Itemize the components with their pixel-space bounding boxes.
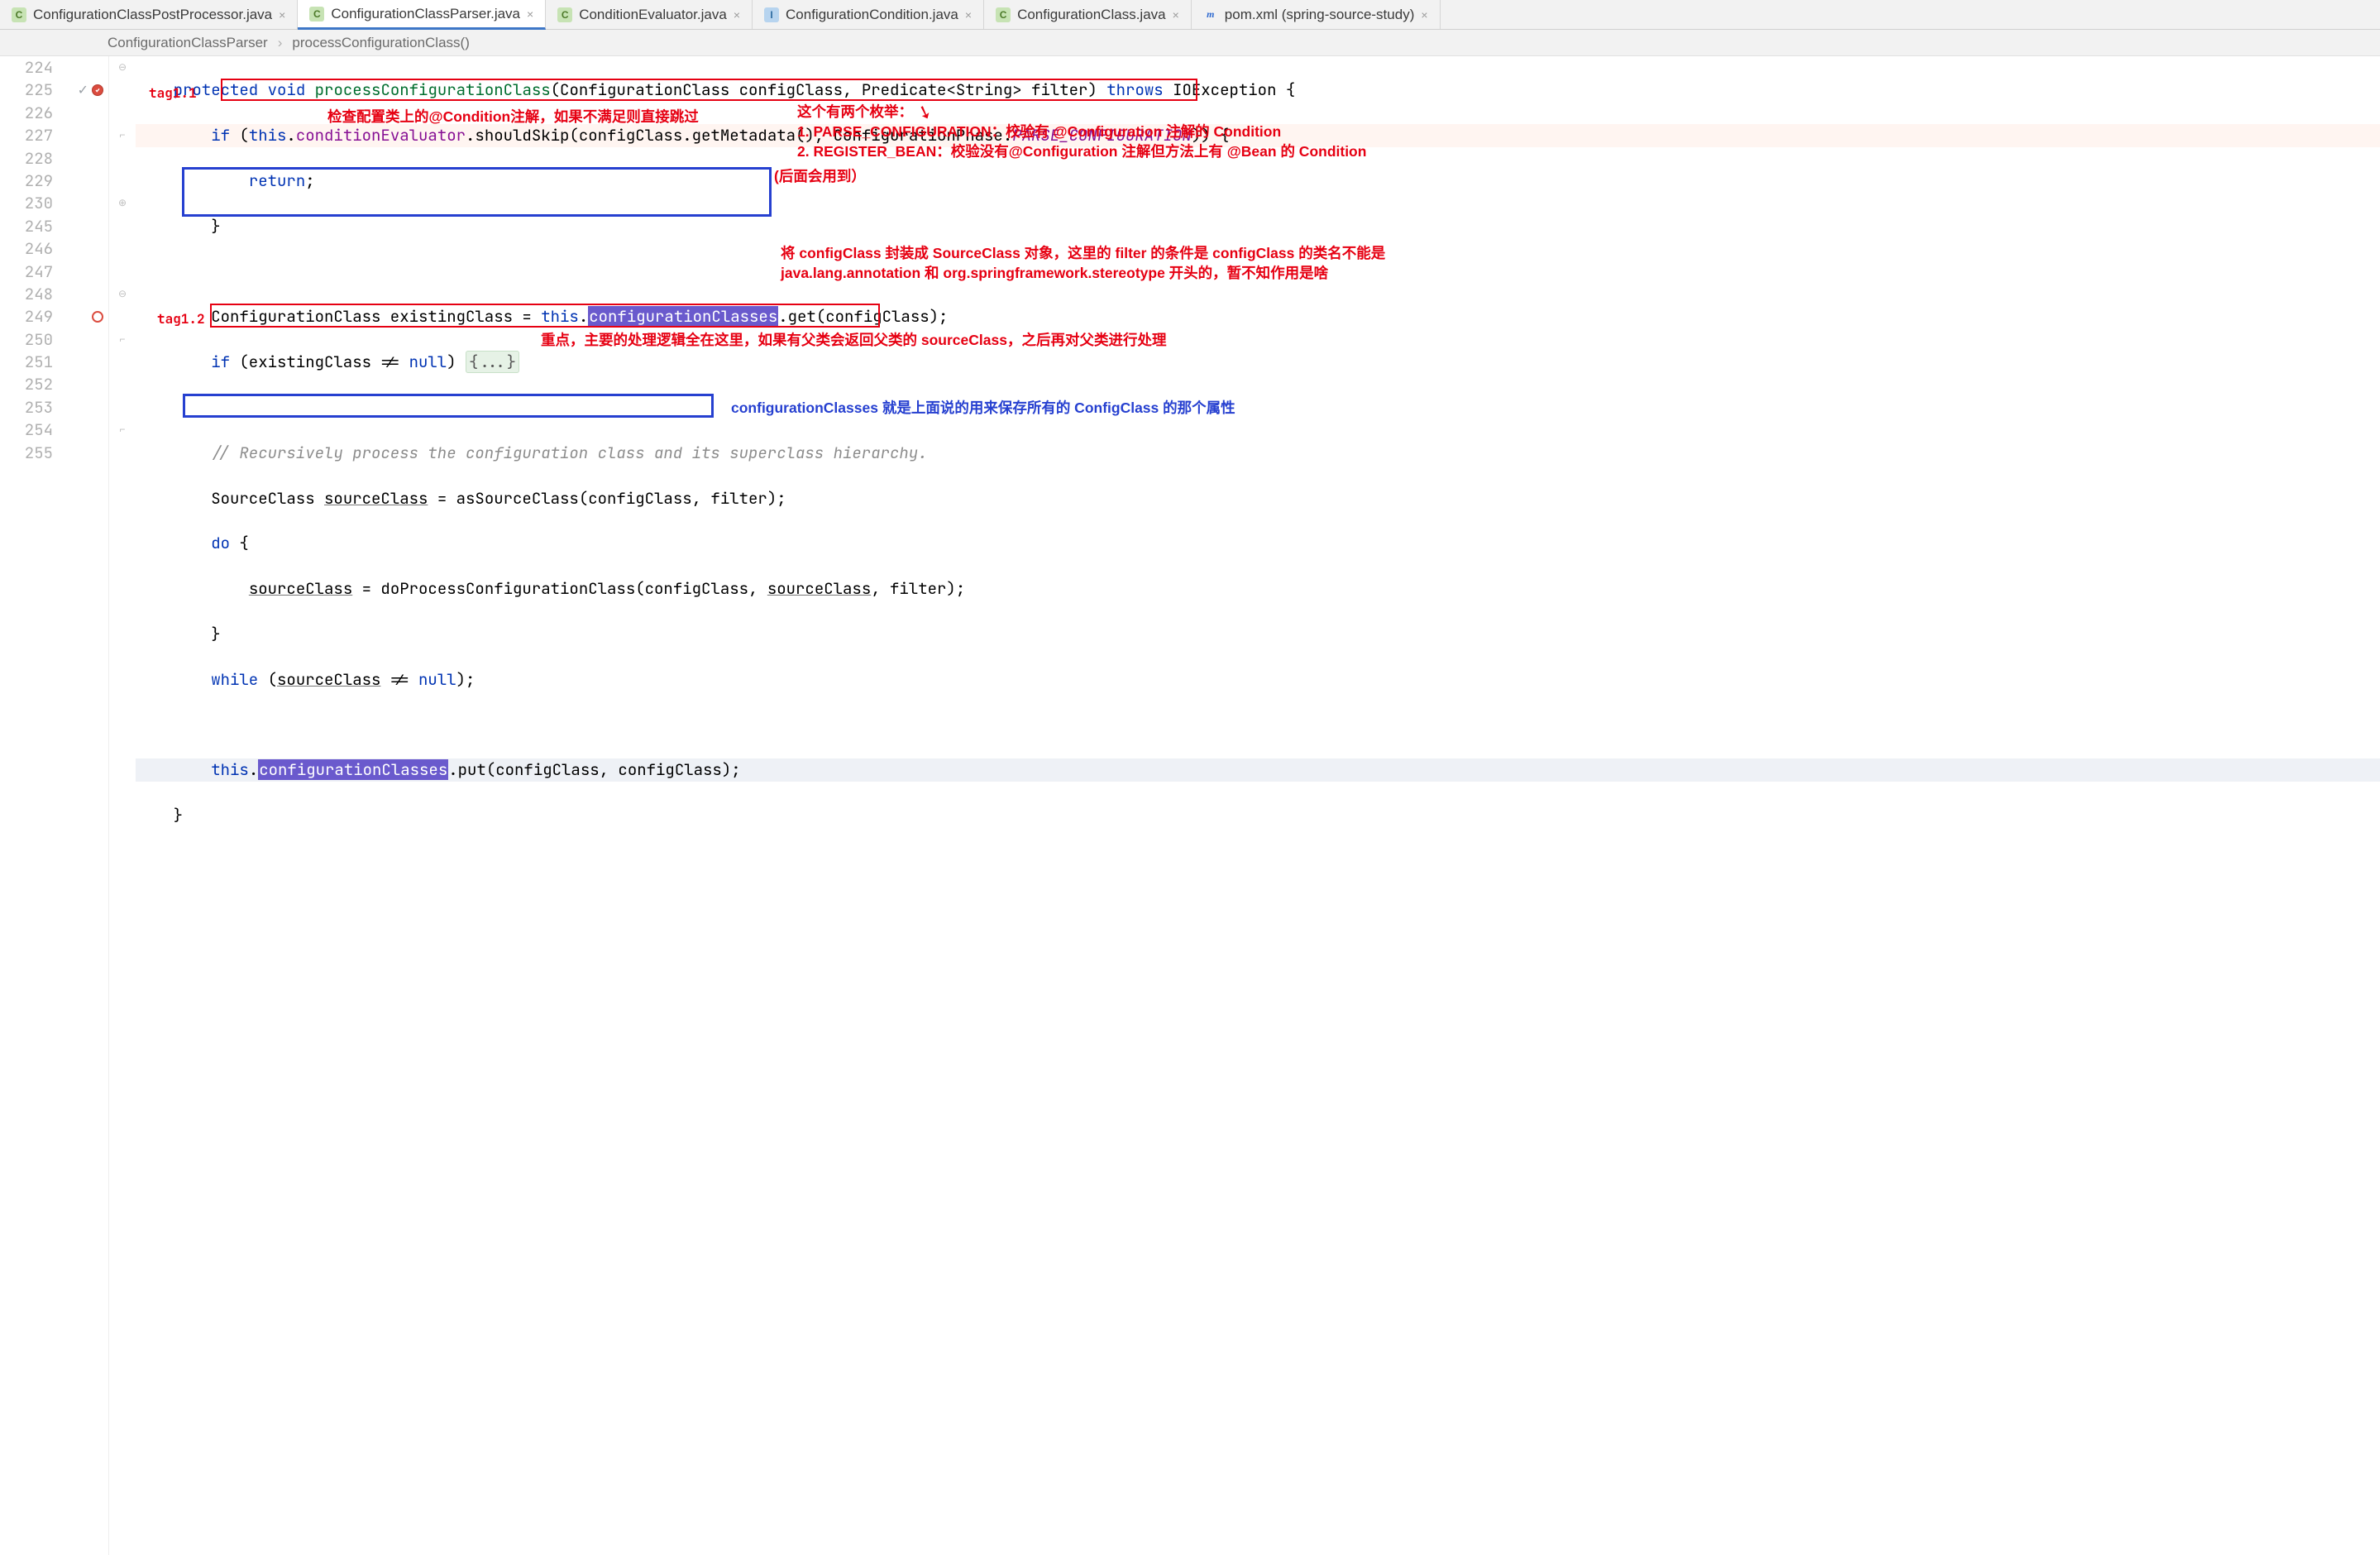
tab-configuration-condition[interactable]: I ConfigurationCondition.java × [753,0,984,29]
code-line[interactable]: if (existingClass != null) {...} [136,351,2380,373]
fold-end-icon[interactable]: ⌐ [109,328,136,351]
code-line[interactable] [136,396,2380,419]
line-number: 254 [0,419,53,441]
close-icon[interactable]: × [279,9,285,21]
close-icon[interactable]: × [527,8,533,20]
code-line[interactable]: SourceClass sourceClass = asSourceClass(… [136,487,2380,510]
chevron-right-icon: › [278,35,283,51]
tab-label: pom.xml (spring-source-study) [1225,7,1415,23]
tab-config-post-processor[interactable]: C ConfigurationClassPostProcessor.java × [0,0,298,29]
code-line[interactable]: sourceClass = doProcessConfigurationClas… [136,577,2380,600]
java-class-icon: C [557,7,572,22]
fold-end-icon[interactable]: ⌐ [109,419,136,441]
bookmark-check-icon[interactable]: ✓ [78,79,88,101]
tab-label: ConditionEvaluator.java [579,7,727,23]
tab-label: ConfigurationCondition.java [786,7,958,23]
tab-condition-evaluator[interactable]: C ConditionEvaluator.java × [546,0,753,29]
tab-configuration-class[interactable]: C ConfigurationClass.java × [984,0,1192,29]
breadcrumb-method[interactable]: processConfigurationClass() [292,35,469,51]
code-line[interactable]: while (sourceClass != null); [136,668,2380,691]
fold-end-icon[interactable]: ⌐ [109,124,136,146]
line-number: 247 [0,261,53,283]
java-class-icon: C [12,7,26,22]
code-area[interactable]: protected void processConfigurationClass… [136,56,2380,1555]
line-number: 224 [0,56,53,79]
line-number: 230 [0,192,53,214]
breakpoint-icon[interactable] [92,84,103,96]
code-line[interactable]: } [136,623,2380,645]
close-icon[interactable]: × [1421,9,1427,21]
line-number: 225 [0,79,53,101]
code-line[interactable]: protected void processConfigurationClass… [136,79,2380,101]
close-icon[interactable]: × [965,9,972,21]
java-interface-icon: I [764,7,779,22]
line-number: 227 [0,124,53,146]
line-number: 248 [0,283,53,305]
code-line[interactable]: ConfigurationClass existingClass = this.… [136,305,2380,328]
line-number: 252 [0,373,53,395]
editor-tabs: C ConfigurationClassPostProcessor.java ×… [0,0,2380,30]
code-line[interactable]: this.configurationClasses.put(configClas… [136,758,2380,781]
line-number: 251 [0,351,53,373]
breadcrumb-class[interactable]: ConfigurationClassParser [108,35,268,51]
line-number: 249 [0,305,53,328]
java-class-icon: C [996,7,1011,22]
line-number: 246 [0,237,53,260]
code-line[interactable]: } [136,215,2380,237]
code-line[interactable]: do { [136,532,2380,554]
code-line[interactable]: // Recursively process the configuration… [136,442,2380,464]
tab-config-class-parser[interactable]: C ConfigurationClassParser.java × [298,0,546,30]
line-number-gutter: 224 225 226 227 228 229 230 245 246 247 … [0,56,65,1555]
code-editor[interactable]: 224 225 226 227 228 229 230 245 246 247 … [0,56,2380,1555]
line-number: 255 [0,442,53,464]
annotation-text: 重点，主要的处理逻辑全在这里，如果有父类会返回父类的 sourceClass，之… [541,331,1166,351]
close-icon[interactable]: × [734,9,740,21]
tab-label: ConfigurationClassParser.java [331,6,520,22]
fold-toggle[interactable]: ⊖ [109,56,136,79]
tab-pom-xml[interactable]: m pom.xml (spring-source-study) × [1192,0,1441,29]
close-icon[interactable]: × [1173,9,1179,21]
gutter-marks: ✓ [65,56,109,1555]
line-number: 250 [0,328,53,351]
java-class-icon: C [309,7,324,22]
breadcrumb: ConfigurationClassParser › processConfig… [0,30,2380,56]
breakpoint-empty-icon[interactable] [92,311,103,323]
line-number: 228 [0,147,53,170]
line-number: 253 [0,396,53,419]
code-line[interactable]: return; [136,170,2380,192]
code-line[interactable]: } [136,804,2380,826]
fold-toggle[interactable]: ⊕ [109,192,136,214]
code-line[interactable] [136,261,2380,283]
line-number: 229 [0,170,53,192]
line-number: 245 [0,215,53,237]
arrow-icon: ➘ [914,99,936,126]
code-line[interactable] [136,714,2380,736]
line-number: 226 [0,102,53,124]
code-line[interactable]: if (this.conditionEvaluator.shouldSkip(c… [136,124,2380,146]
code-line[interactable] [136,849,2380,872]
tab-label: ConfigurationClassPostProcessor.java [33,7,272,23]
folded-block[interactable]: {...} [466,351,519,373]
maven-icon: m [1203,7,1218,22]
annotation-text: 这个有两个枚举： [797,103,913,122]
fold-toggle[interactable]: ⊖ [109,283,136,305]
fold-gutter: ⊖ ⌐ ⊕ ⊖ ⌐ ⌐ [109,56,136,1555]
tab-label: ConfigurationClass.java [1017,7,1166,23]
